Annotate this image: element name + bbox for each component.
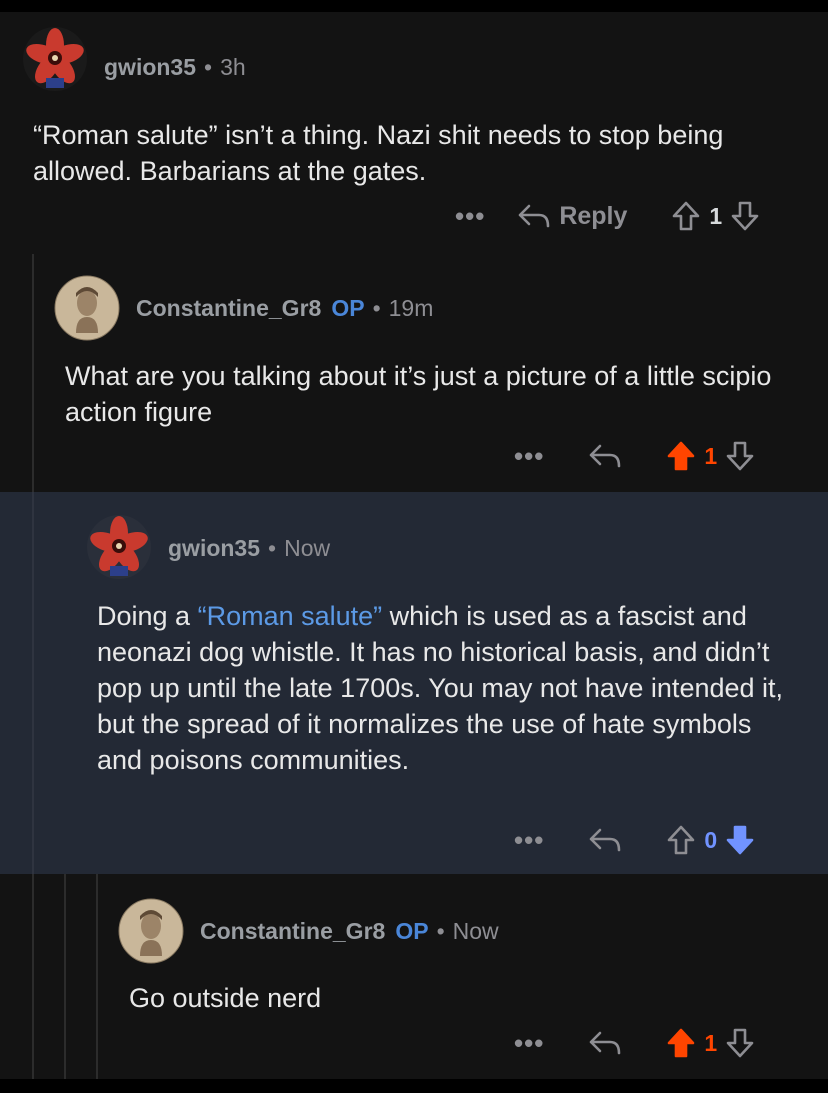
reply-button[interactable] (588, 1029, 622, 1057)
vote-score: 1 (709, 202, 723, 229)
thread-line (32, 874, 34, 1079)
comment-actions: ••• 0 (514, 820, 755, 860)
user-avatar-icon[interactable] (22, 26, 88, 92)
user-avatar-icon[interactable] (86, 514, 152, 580)
thread-line (32, 254, 34, 492)
vote-controls: 0 (666, 824, 755, 856)
op-badge: OP (331, 295, 365, 321)
upvote-arrow-icon[interactable] (666, 824, 696, 856)
comment-meta: gwion35 • 3h (104, 54, 246, 81)
vote-controls: 1 (666, 1027, 755, 1059)
timestamp: 3h (220, 54, 246, 80)
vote-controls: 1 (671, 200, 760, 232)
more-options-icon[interactable]: ••• (455, 201, 485, 232)
quoted-link-text[interactable]: “Roman salute” (198, 601, 383, 631)
comment-body: Doing a “Roman salute” which is used as … (97, 598, 797, 778)
separator-dot: • (204, 54, 213, 80)
comment-actions: ••• 1 (514, 1023, 755, 1063)
reply-arrow-icon (590, 1031, 621, 1055)
timestamp: Now (284, 535, 331, 561)
upvote-arrow-icon[interactable] (666, 1027, 696, 1059)
body-prefix: Doing a (97, 601, 198, 631)
downvote-arrow-icon[interactable] (725, 440, 755, 472)
comment-meta: Constantine_Gr8 OP • Now (200, 918, 499, 945)
comment-body: What are you talking about it’s just a p… (65, 361, 772, 427)
upvote-arrow-icon[interactable] (671, 200, 701, 232)
vote-score: 1 (704, 1029, 718, 1056)
more-options-icon[interactable]: ••• (514, 441, 544, 472)
reply-label: Reply (559, 201, 628, 230)
downvote-arrow-icon[interactable] (730, 200, 760, 232)
reply-arrow-icon (590, 828, 621, 852)
username-link[interactable]: Constantine_Gr8 (200, 918, 385, 945)
more-options-icon[interactable]: ••• (514, 1028, 544, 1059)
comment-meta: Constantine_Gr8 OP • 19m (136, 295, 433, 322)
downvote-arrow-icon[interactable] (725, 824, 755, 856)
separator-dot: • (372, 295, 381, 321)
upvote-arrow-icon[interactable] (666, 440, 696, 472)
comment-actions: ••• Reply 1 (455, 196, 760, 236)
reply-button[interactable]: Reply (517, 202, 627, 231)
comment-2: Constantine_Gr8 OP • 19m What are you ta… (0, 240, 828, 492)
thread-line (32, 492, 34, 874)
downvote-arrow-icon[interactable] (725, 1027, 755, 1059)
user-avatar-icon[interactable] (54, 275, 120, 341)
comment-body: “Roman salute” isn’t a thing. Nazi shit … (33, 120, 724, 186)
thread-line (96, 874, 98, 1079)
separator-dot: • (268, 535, 277, 561)
timestamp: 19m (388, 295, 434, 321)
comment-1: gwion35 • 3h “Roman salute” isn’t a thin… (0, 12, 828, 240)
thread-line (64, 874, 66, 1079)
comment-4: Constantine_Gr8 OP • Now Go outside nerd… (0, 874, 828, 1079)
comment-actions: ••• 1 (514, 436, 755, 476)
username-link[interactable]: Constantine_Gr8 (136, 295, 321, 322)
comment-body: Go outside nerd (129, 983, 322, 1013)
vote-score: 1 (704, 442, 718, 469)
more-options-icon[interactable]: ••• (514, 825, 544, 856)
reply-button[interactable] (588, 826, 622, 854)
vote-score: 0 (704, 826, 718, 853)
top-edge (0, 0, 828, 12)
username-link[interactable]: gwion35 (104, 54, 196, 81)
comment-3-highlighted: gwion35 • Now Doing a “Roman salute” whi… (0, 492, 828, 874)
username-link[interactable]: gwion35 (168, 535, 260, 562)
user-avatar-icon[interactable] (118, 898, 184, 964)
vote-controls: 1 (666, 440, 755, 472)
op-badge: OP (395, 918, 429, 944)
comment-meta: gwion35 • Now (168, 535, 330, 562)
timestamp: Now (452, 918, 499, 944)
separator-dot: • (436, 918, 445, 944)
reply-arrow-icon (590, 444, 621, 468)
bottom-edge (0, 1079, 828, 1093)
reply-arrow-icon (519, 204, 550, 228)
reply-button[interactable] (588, 442, 622, 470)
